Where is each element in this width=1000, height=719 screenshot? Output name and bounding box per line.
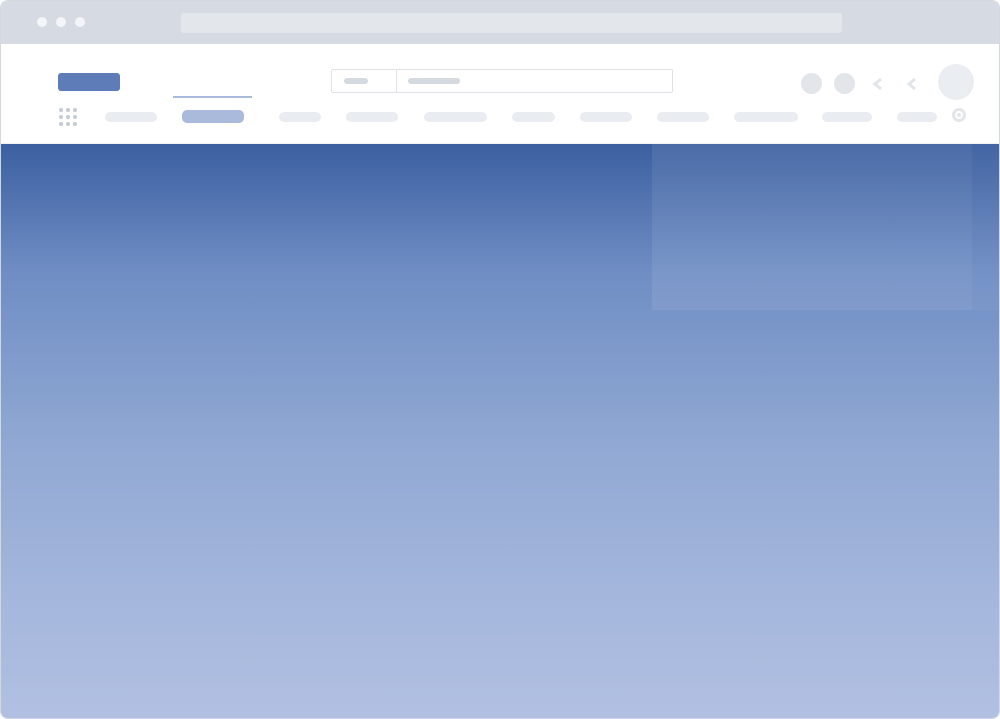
site-header bbox=[1, 44, 999, 144]
active-tab-indicator bbox=[173, 96, 252, 98]
nav-item[interactable] bbox=[279, 112, 321, 122]
nav-item[interactable] bbox=[580, 112, 632, 122]
minimize-window-button[interactable] bbox=[56, 17, 66, 27]
browser-titlebar bbox=[1, 1, 999, 44]
site-logo[interactable] bbox=[58, 73, 120, 91]
gear-icon[interactable] bbox=[951, 107, 967, 123]
browser-window bbox=[0, 0, 1000, 719]
nav-item[interactable] bbox=[512, 112, 555, 122]
notifications-icon[interactable] bbox=[834, 73, 855, 94]
search-placeholder bbox=[408, 78, 460, 84]
nav-item-active[interactable] bbox=[182, 110, 244, 123]
chevron-left-icon[interactable] bbox=[872, 78, 886, 90]
nav-item[interactable] bbox=[657, 112, 709, 122]
maximize-window-button[interactable] bbox=[75, 17, 85, 27]
account-icon[interactable] bbox=[801, 73, 822, 94]
nav-item[interactable] bbox=[346, 112, 398, 122]
search-bar bbox=[331, 69, 673, 93]
nav-item[interactable] bbox=[105, 112, 157, 122]
hero-card-edge bbox=[972, 144, 999, 310]
search-input[interactable] bbox=[397, 70, 672, 92]
search-scope-select[interactable] bbox=[332, 70, 397, 92]
apps-grid-icon[interactable] bbox=[59, 108, 79, 128]
avatar[interactable] bbox=[938, 64, 974, 100]
chevron-left-icon[interactable] bbox=[906, 78, 920, 90]
hero-card bbox=[652, 144, 972, 310]
hero-banner bbox=[1, 144, 999, 718]
nav-item[interactable] bbox=[734, 112, 798, 122]
nav-item[interactable] bbox=[424, 112, 487, 122]
close-window-button[interactable] bbox=[37, 17, 47, 27]
nav-item[interactable] bbox=[822, 112, 872, 122]
address-bar[interactable] bbox=[181, 13, 842, 33]
search-scope-label bbox=[344, 78, 368, 84]
nav-item[interactable] bbox=[897, 112, 937, 122]
